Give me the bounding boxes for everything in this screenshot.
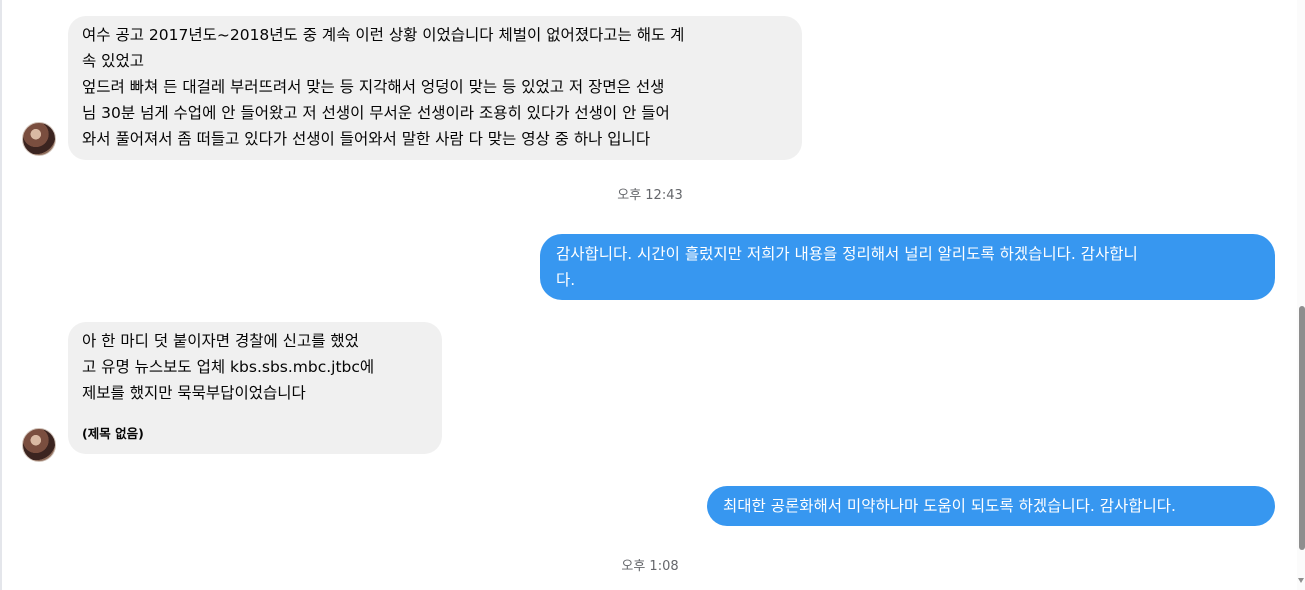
scrollbar[interactable] — [1297, 0, 1305, 590]
avatar[interactable] — [22, 122, 56, 156]
attachment-caption[interactable]: (제목 없음) — [82, 424, 428, 444]
message-bubble-outgoing[interactable]: 감사합니다. 시간이 흘렀지만 저희가 내용을 정리해서 널리 알리도록 하겠습… — [540, 234, 1275, 300]
message-text: 제보를 했지만 묵묵부답이었습니다 — [82, 384, 306, 402]
message-text: 여수 공고 2017년도~2018년도 중 계속 이런 상황 이었습니다 체벌이… — [82, 26, 685, 44]
message-text: 엎드려 빠쳐 든 대걸레 부러뜨려서 맞는 등 지각해서 엉덩이 맞는 등 있었… — [82, 78, 665, 96]
chat-thread: 여수 공고 2017년도~2018년도 중 계속 이런 상황 이었습니다 체벌이… — [0, 0, 1305, 590]
timestamp: 오후 1:08 — [621, 559, 679, 574]
message-text: 다. — [556, 271, 576, 289]
chevron-down-icon[interactable] — [1298, 578, 1304, 583]
message-bubble-outgoing[interactable]: 최대한 공론화해서 미약하나마 도움이 되도록 하겠습니다. 감사합니다. — [707, 486, 1275, 526]
message-text: 와서 풀어져서 좀 떠들고 있다가 선생이 들어와서 말한 사람 다 맞는 영상… — [82, 130, 651, 148]
message-text: 최대한 공론화해서 미약하나마 도움이 되도록 하겠습니다. 감사합니다. — [723, 497, 1176, 515]
message-bubble-incoming[interactable]: 아 한 마디 덧 붙이자면 경찰에 신고를 했었 고 유명 뉴스보도 업체 kb… — [68, 322, 442, 454]
timestamp: 오후 12:43 — [617, 188, 683, 203]
message-text: 님 30분 넘게 수업에 안 들어왔고 저 선생이 무서운 선생이라 조용히 있… — [82, 104, 670, 122]
message-text: 고 유명 뉴스보도 업체 kbs.sbs.mbc.jtbc에 — [82, 358, 375, 376]
avatar[interactable] — [22, 428, 56, 462]
divider — [0, 0, 2, 590]
message-text: 속 있었고 — [82, 52, 144, 70]
message-bubble-incoming[interactable]: 여수 공고 2017년도~2018년도 중 계속 이런 상황 이었습니다 체벌이… — [68, 16, 802, 160]
message-text: 감사합니다. 시간이 흘렀지만 저희가 내용을 정리해서 널리 알리도록 하겠습… — [556, 245, 1138, 263]
message-text: 아 한 마디 덧 붙이자면 경찰에 신고를 했었 — [82, 332, 359, 350]
scrollbar-thumb[interactable] — [1299, 306, 1305, 550]
